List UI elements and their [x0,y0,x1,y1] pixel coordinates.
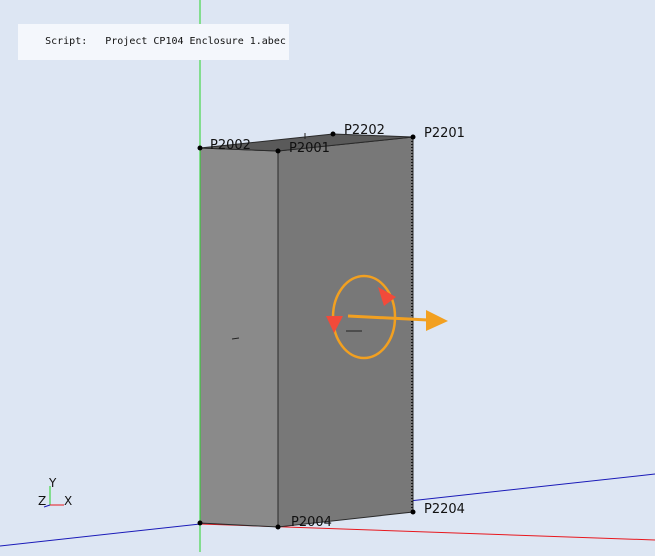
vertex-p2204[interactable] [410,509,416,515]
vertex-p2002[interactable] [197,145,203,151]
vertex-p2004[interactable] [275,524,281,530]
triad-x-label: X [64,494,72,508]
vertex-origin[interactable] [197,520,203,526]
box-left-face[interactable] [199,147,279,528]
3d-viewport[interactable]: P2002 P2001 P2202 P2201 P2004 P2204 Y Z … [0,0,655,552]
axis-triad-icon: Y Z X [38,476,72,508]
triad-z-label: Z [38,494,46,508]
scene-canvas[interactable]: P2002 P2001 P2202 P2201 P2004 P2204 Y Z … [0,0,655,552]
label-p2204: P2204 [424,502,465,517]
label-p2201: P2201 [424,126,465,141]
script-key: Script: [45,36,88,47]
vertex-p2202[interactable] [330,131,336,137]
script-info: Script: Project CP104 Enclosure 1.abec [18,24,289,60]
label-p2002: P2002 [210,138,251,153]
label-p2202: P2202 [344,123,385,138]
move-arrow-head[interactable] [426,310,448,331]
label-p2004: P2004 [291,515,332,530]
vertex-p2001[interactable] [275,148,281,154]
label-p2001: P2001 [289,141,330,156]
script-filename: Project CP104 Enclosure 1.abec [105,36,286,47]
triad-y-label: Y [48,476,57,490]
vertex-p2201[interactable] [410,134,416,140]
